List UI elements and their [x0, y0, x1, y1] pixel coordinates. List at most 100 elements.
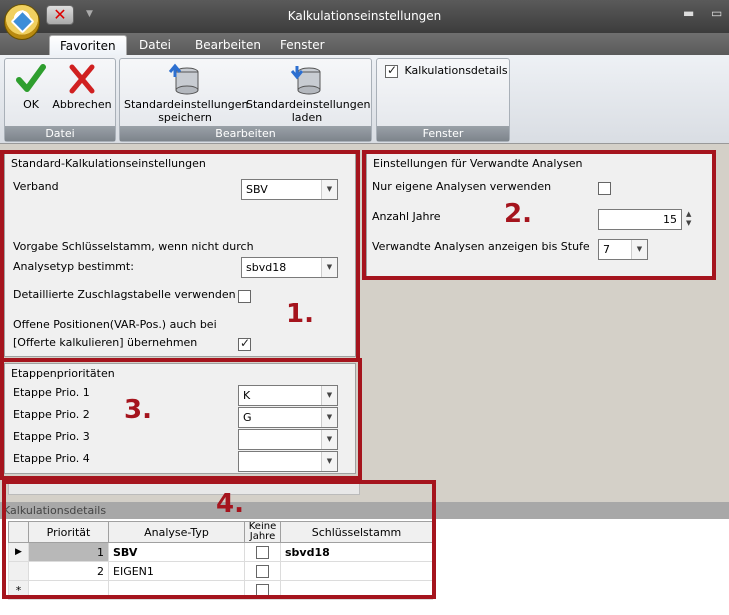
table-cell-analyse-typ[interactable] — [108, 580, 245, 600]
ribbon-tabs: Favoriten Datei Bearbeiten Fenster — [0, 33, 729, 55]
kalkulationsdetails-label: Kalkulationsdetails — [404, 64, 508, 77]
tab-bearbeiten[interactable]: Bearbeiten — [185, 35, 271, 55]
ok-button[interactable]: OK — [13, 63, 49, 111]
table-cell-schluesselstamm[interactable] — [280, 580, 433, 600]
chevron-down-icon[interactable]: ▼ — [321, 408, 337, 427]
kalkulationsdetails-toggle[interactable]: Kalkulationsdetails — [385, 63, 508, 78]
column-header-schluesselstamm[interactable]: Schlüsselstamm — [280, 521, 433, 543]
database-save-icon — [168, 63, 199, 95]
table-row[interactable]: 2 EIGEN1 — [8, 561, 433, 581]
save-defaults-button[interactable]: Standardeinstellungen speichern — [124, 63, 249, 124]
offene-checkbox[interactable] — [238, 336, 251, 351]
horizontal-scrollbar[interactable] — [8, 483, 360, 495]
ribbon-group-fenster: Kalkulationsdetails Fenster — [376, 58, 510, 142]
offene-label-line2: [Offerte kalkulieren] übernehmen — [13, 336, 198, 349]
annotation-label-2: 2. — [504, 199, 532, 229]
chevron-down-icon[interactable]: ▼ — [321, 258, 337, 277]
tab-fenster[interactable]: Fenster — [270, 35, 335, 55]
offene-label-line1: Offene Positionen(VAR-Pos.) auch bei — [13, 318, 217, 331]
standard-settings-title: Standard-Kalkulationseinstellungen — [11, 157, 206, 170]
new-row-marker: * — [8, 580, 29, 600]
jahre-label: Anzahl Jahre — [372, 210, 441, 223]
checkmark-icon — [16, 64, 46, 92]
current-row-arrow-icon: ▶ — [8, 542, 29, 562]
jahre-spinner-icon[interactable]: ▲ ▼ — [686, 210, 691, 228]
cancel-x-icon — [69, 64, 95, 94]
load-defaults-button[interactable]: Standardeinstellungen laden — [246, 63, 371, 124]
stufe-value: 7 — [603, 243, 610, 256]
table-cell-schluesselstamm[interactable]: sbvd18 — [280, 542, 433, 562]
annotation-label-3: 3. — [124, 395, 152, 425]
save-defaults-label-2: speichern — [158, 111, 212, 124]
save-defaults-label-1: Standardeinstellungen — [124, 98, 249, 111]
tab-datei[interactable]: Datei — [129, 35, 181, 55]
kalkulationsdetails-grid: Kalkulationsdetails Priorität Analyse-Ty… — [0, 502, 729, 615]
tab-favoriten[interactable]: Favoriten — [49, 35, 127, 55]
abbrechen-button[interactable]: Abbrechen — [51, 63, 113, 111]
group-label-bearbeiten: Bearbeiten — [120, 126, 371, 141]
chevron-down-icon[interactable]: ▼ — [631, 240, 647, 259]
keine-jahre-checkbox[interactable] — [256, 583, 269, 597]
title-bar: ✕ ▼ Kalkulationseinstellungen ▬ ▭ — [0, 0, 729, 40]
table-cell-keine-jahre[interactable] — [244, 580, 281, 600]
etappen-title: Etappenprioritäten — [11, 367, 115, 380]
table-cell-analyse-typ[interactable]: SBV — [108, 542, 245, 562]
ok-label: OK — [23, 98, 39, 111]
table-cell-prioritaet[interactable]: 1 — [28, 542, 109, 562]
column-header-analyse-typ[interactable]: Analyse-Typ — [108, 521, 245, 543]
vorgabe-label-line1: Vorgabe Schlüsselstamm, wenn nicht durch — [13, 240, 254, 253]
group-label-fenster: Fenster — [377, 126, 509, 141]
vorgabe-label-line2: Analysetyp bestimmt: — [13, 260, 134, 273]
etappe-1-label: Etappe Prio. 1 — [13, 386, 90, 399]
ribbon-group-datei: OK Abbrechen Datei — [4, 58, 116, 142]
app-menu-button[interactable] — [4, 4, 40, 40]
eigene-checkbox[interactable] — [598, 182, 611, 195]
group-label-datei: Datei — [5, 126, 115, 141]
verband-value: SBV — [246, 183, 268, 196]
kalkulationsdetails-checkbox[interactable] — [385, 63, 398, 78]
table-cell-prioritaet[interactable] — [28, 580, 109, 600]
etappe-3-label: Etappe Prio. 3 — [13, 430, 90, 443]
etappe-4-select[interactable]: ▼ — [238, 451, 338, 472]
annotation-label-1: 1. — [286, 299, 314, 329]
verband-label: Verband — [13, 180, 59, 193]
stufe-label: Verwandte Analysen anzeigen bis Stufe — [372, 240, 590, 253]
cube-icon — [10, 9, 35, 34]
etappe-1-select[interactable]: K ▼ — [238, 385, 338, 406]
table-header-row: Priorität Analyse-Typ Keine Jahre Schlüs… — [8, 521, 433, 543]
chevron-down-icon[interactable]: ▼ — [321, 180, 337, 199]
keine-jahre-checkbox[interactable] — [256, 564, 269, 578]
minimize-icon[interactable]: ▬ — [683, 6, 694, 20]
table-cell-keine-jahre[interactable] — [244, 561, 281, 581]
stufe-select[interactable]: 7 ▼ — [598, 239, 648, 260]
load-defaults-label-1: Standardeinstellungen — [246, 98, 371, 111]
ribbon-group-bearbeiten: Standardeinstellungen speichern Standard… — [119, 58, 372, 142]
vorgabe-select[interactable]: sbvd18 ▼ — [241, 257, 338, 278]
column-header-keine-jahre[interactable]: Keine Jahre — [244, 521, 281, 543]
new-row[interactable]: * — [8, 580, 433, 600]
etappe-3-select[interactable]: ▼ — [238, 429, 338, 450]
etappe-2-select[interactable]: G ▼ — [238, 407, 338, 428]
table-cell-schluesselstamm[interactable] — [280, 561, 433, 581]
load-defaults-label-2: laden — [291, 111, 323, 124]
row-selector-header — [8, 521, 29, 543]
chevron-down-icon[interactable]: ▼ — [321, 430, 337, 449]
table-cell-analyse-typ[interactable]: EIGEN1 — [108, 561, 245, 581]
verband-select[interactable]: SBV ▼ — [241, 179, 338, 200]
column-header-prioritaet[interactable]: Priorität — [28, 521, 109, 543]
zuschlag-label: Detaillierte Zuschlagstabelle verwenden — [13, 288, 236, 301]
chevron-down-icon[interactable]: ▼ — [321, 386, 337, 405]
chevron-down-icon[interactable]: ▼ — [321, 452, 337, 471]
table-cell-prioritaet[interactable]: 2 — [28, 561, 109, 581]
keine-jahre-checkbox[interactable] — [256, 545, 269, 559]
table-row[interactable]: ▶ 1 SBV sbvd18 — [8, 542, 433, 562]
etappe-1-value: K — [243, 389, 251, 402]
details-table: Priorität Analyse-Typ Keine Jahre Schlüs… — [8, 521, 433, 600]
verwandte-settings-title: Einstellungen für Verwandte Analysen — [373, 157, 583, 170]
zuschlag-checkbox[interactable] — [238, 290, 251, 303]
jahre-input[interactable]: 15 — [598, 209, 682, 230]
maximize-icon[interactable]: ▭ — [711, 6, 722, 20]
row-selector[interactable] — [8, 561, 29, 581]
table-cell-keine-jahre[interactable] — [244, 542, 281, 562]
details-title: Kalkulationsdetails — [0, 502, 729, 519]
